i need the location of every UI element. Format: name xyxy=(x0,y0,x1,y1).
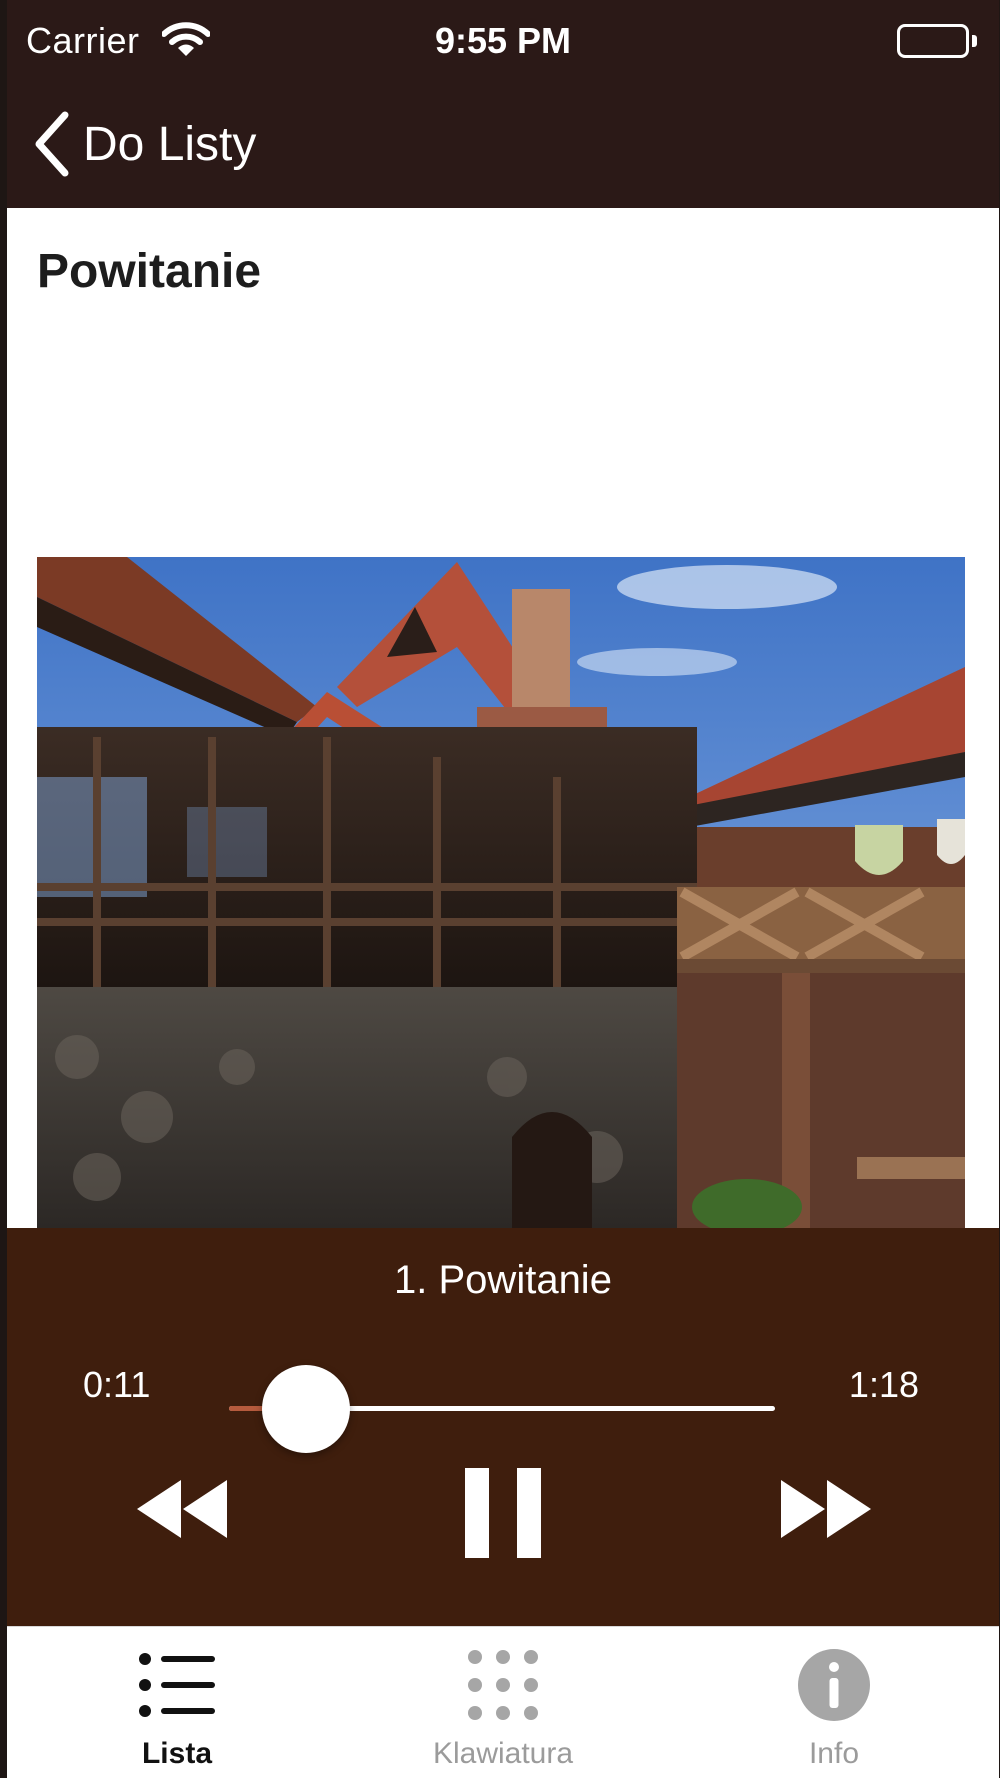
tab-bar: Lista Klawiatura Info xyxy=(7,1626,999,1778)
status-time: 9:55 PM xyxy=(434,20,572,61)
elapsed-time: 0:11 xyxy=(83,1364,151,1405)
tab-info[interactable]: Info xyxy=(669,1627,999,1778)
fast-forward-icon xyxy=(781,1480,871,1538)
keypad-icon xyxy=(463,1647,543,1723)
app-screen: Carrier 9:55 PM Do Listy Powitanie 1. Po… xyxy=(7,0,999,1778)
total-time: 1:18 xyxy=(848,1364,919,1405)
pause-icon xyxy=(465,1468,541,1558)
track-title: 1. Powitanie xyxy=(394,1258,612,1302)
status-bar: Carrier 9:55 PM xyxy=(7,0,999,84)
pause-button[interactable] xyxy=(463,1468,543,1558)
seek-slider[interactable] xyxy=(229,1365,775,1466)
tab-label-klawiatura: Klawiatura xyxy=(432,1737,574,1770)
list-icon xyxy=(137,1647,217,1723)
tab-label-info: Info xyxy=(808,1737,860,1770)
back-label: Do Listy xyxy=(83,117,257,171)
rewind-button[interactable] xyxy=(137,1478,231,1540)
fast-forward-button[interactable] xyxy=(777,1478,871,1540)
battery-icon xyxy=(897,24,977,58)
content-area: Powitanie xyxy=(7,208,999,1228)
top-bar: Carrier 9:55 PM Do Listy xyxy=(7,0,999,208)
seek-thumb[interactable] xyxy=(261,1365,350,1453)
audio-player: 1. Powitanie 0:11 1:18 xyxy=(7,1228,999,1626)
navigation-bar: Do Listy xyxy=(7,96,999,196)
tab-klawiatura[interactable]: Klawiatura xyxy=(338,1627,668,1778)
page-title: Powitanie xyxy=(37,245,262,298)
castle-photo xyxy=(37,557,965,1228)
tab-label-lista: Lista xyxy=(141,1737,213,1770)
info-icon xyxy=(794,1647,874,1723)
back-button[interactable]: Do Listy xyxy=(29,104,256,184)
tab-lista[interactable]: Lista xyxy=(12,1627,342,1778)
rewind-icon xyxy=(137,1480,227,1538)
chevron-left-icon xyxy=(35,111,69,177)
